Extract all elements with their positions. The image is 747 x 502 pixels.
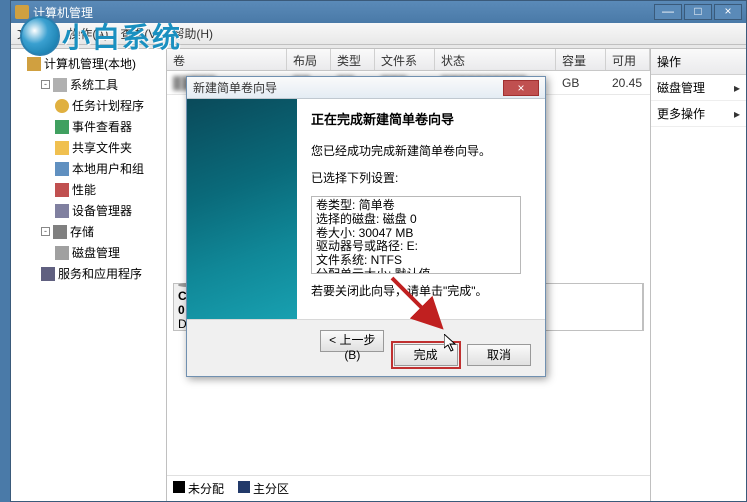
tree-task[interactable]: 任务计划程序 xyxy=(55,95,164,116)
maximize-button[interactable]: □ xyxy=(684,4,712,20)
wizard-text1: 您已经成功完成新建简单卷向导。 xyxy=(311,142,531,159)
wizard-buttons: < 上一步(B) 完成 取消 xyxy=(187,319,545,376)
collapse-icon[interactable]: - xyxy=(41,227,50,236)
tree-root[interactable]: 计算机管理(本地) xyxy=(27,53,164,74)
computer-icon xyxy=(27,57,41,71)
app-icon xyxy=(15,5,29,19)
tree-shared[interactable]: 共享文件夹 xyxy=(55,137,164,158)
wizard-summary-box: 卷类型: 简单卷选择的磁盘: 磁盘 0卷大小: 30047 MB驱动器号或路径:… xyxy=(311,196,521,274)
swatch-primary-icon xyxy=(238,481,250,493)
col-volume[interactable]: 卷 xyxy=(167,49,287,70)
wizard-titlebar: 新建简单卷向导 × xyxy=(187,77,545,99)
col-fs[interactable]: 文件系统 xyxy=(375,49,435,70)
close-button[interactable]: × xyxy=(714,4,742,20)
collapse-icon[interactable]: - xyxy=(41,80,50,89)
users-icon xyxy=(55,162,69,176)
actions-pane: 操作 磁盘管理 ▸ 更多操作 ▸ xyxy=(650,49,746,501)
legend-unalloc: 未分配 xyxy=(173,480,224,497)
actions-header: 操作 xyxy=(651,49,746,75)
tree-users[interactable]: 本地用户和组 xyxy=(55,158,164,179)
chevron-up-icon: ▸ xyxy=(734,81,740,95)
tree-device[interactable]: 设备管理器 xyxy=(55,200,164,221)
book-icon xyxy=(55,120,69,134)
menubar: 文件(F) 操作(A) 查看(V) 帮助(H) xyxy=(11,23,746,45)
col-type[interactable]: 类型 xyxy=(331,49,375,70)
actions-section[interactable]: 磁盘管理 ▸ xyxy=(651,75,746,101)
wizard-title: 新建简单卷向导 xyxy=(193,79,503,96)
wizard-close-button[interactable]: × xyxy=(503,80,539,96)
swatch-unalloc-icon xyxy=(173,481,185,493)
finish-button[interactable]: 完成 xyxy=(394,344,458,366)
legend: 未分配 主分区 xyxy=(167,475,650,501)
actions-more[interactable]: 更多操作 ▸ xyxy=(651,101,746,127)
titlebar: 计算机管理 — □ × xyxy=(11,1,746,23)
tree-services[interactable]: 服务和应用程序 xyxy=(41,263,164,284)
menu-file[interactable]: 文件(F) xyxy=(17,25,56,42)
menu-view[interactable]: 查看(V) xyxy=(120,25,160,42)
nav-tree: 计算机管理(本地) -系统工具 任务计划程序 事件查看器 共享文件夹 本地用户和… xyxy=(11,49,167,501)
device-icon xyxy=(55,204,69,218)
tree-event[interactable]: 事件查看器 xyxy=(55,116,164,137)
wizard-heading: 正在完成新建简单卷向导 xyxy=(311,109,531,128)
cancel-button[interactable]: 取消 xyxy=(467,344,531,366)
clock-icon xyxy=(55,99,69,113)
window-title: 计算机管理 xyxy=(33,4,654,21)
chevron-right-icon: ▸ xyxy=(734,107,740,121)
wizard-dialog: 新建简单卷向导 × 正在完成新建简单卷向导 您已经成功完成新建简单卷向导。 已选… xyxy=(186,76,546,377)
col-status[interactable]: 状态 xyxy=(435,49,556,70)
legend-primary: 主分区 xyxy=(238,480,289,497)
tree-storage[interactable]: -存储 xyxy=(41,221,164,242)
storage-icon xyxy=(53,225,67,239)
col-cap[interactable]: 容量 xyxy=(556,49,606,70)
tree-systools[interactable]: -系统工具 xyxy=(41,74,164,95)
minimize-button[interactable]: — xyxy=(654,4,682,20)
cell-cap: GB xyxy=(556,74,606,92)
wizard-text3: 若要关闭此向导，请单击"完成"。 xyxy=(311,282,531,299)
tree-perf[interactable]: 性能 xyxy=(55,179,164,200)
col-layout[interactable]: 布局 xyxy=(287,49,331,70)
wrench-icon xyxy=(53,78,67,92)
back-button[interactable]: < 上一步(B) xyxy=(320,330,384,352)
disk-icon xyxy=(55,246,69,260)
wizard-text2: 已选择下列设置: xyxy=(311,169,531,186)
wizard-content: 正在完成新建简单卷向导 您已经成功完成新建简单卷向导。 已选择下列设置: 卷类型… xyxy=(297,99,545,319)
list-header: 卷 布局 类型 文件系统 状态 容量 可用 xyxy=(167,49,650,71)
perf-icon xyxy=(55,183,69,197)
col-free[interactable]: 可用 xyxy=(606,49,650,70)
menu-action[interactable]: 操作(A) xyxy=(68,25,108,42)
tree-disk[interactable]: 磁盘管理 xyxy=(55,242,164,263)
wizard-sidebar-image xyxy=(187,99,297,319)
cell-free: 20.45 xyxy=(606,74,650,92)
service-icon xyxy=(41,267,55,281)
menu-help[interactable]: 帮助(H) xyxy=(172,25,213,42)
folder-icon xyxy=(55,141,69,155)
